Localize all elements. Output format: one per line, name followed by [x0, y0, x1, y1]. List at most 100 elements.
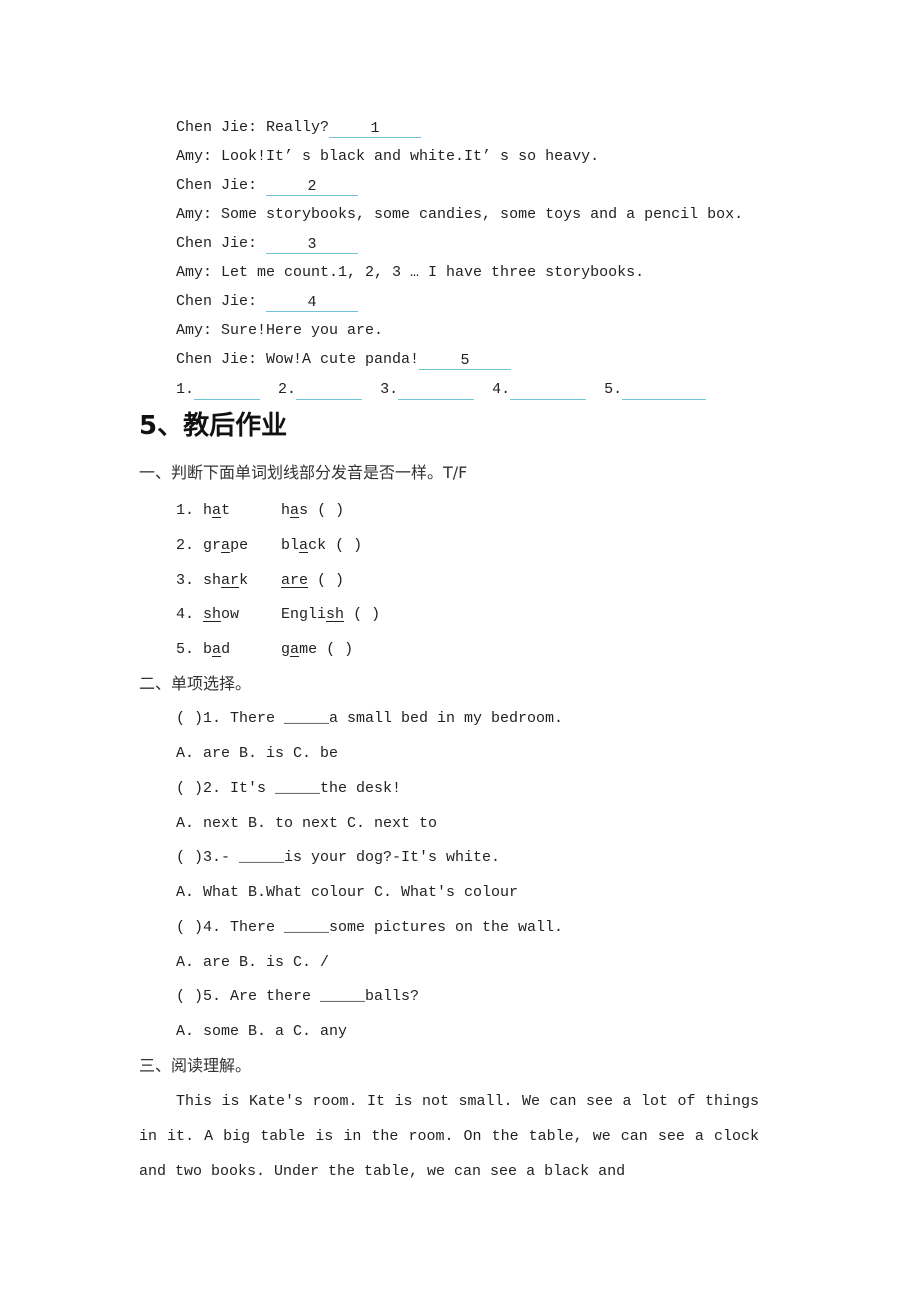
underlined-part: a: [290, 502, 300, 519]
reading-passage: This is Kate's room. It is not small. We…: [139, 1084, 759, 1189]
dialogue-text: Look!It’ s black and white.It’ s so heav…: [221, 148, 600, 165]
answer-paren[interactable]: ( ): [326, 537, 362, 554]
answer-blank[interactable]: [622, 381, 707, 400]
item-number: 3.: [176, 572, 195, 589]
question: ( )4. There _____some pictures on the wa…: [176, 919, 564, 936]
dialogue-text: Some storybooks, some candies, some toys…: [221, 206, 744, 223]
list-item: 5. bad game ( ): [176, 640, 353, 660]
list-item: 3. shark are ( ): [176, 571, 344, 591]
word-part: ck: [308, 537, 327, 554]
answer-paren[interactable]: ( ): [317, 641, 353, 658]
dialogue-line: Chen Jie: Wow!A cute panda! 5: [176, 350, 512, 370]
word-part: gr: [203, 537, 222, 554]
blank-4[interactable]: 4: [266, 293, 359, 312]
answer-paren[interactable]: ( ): [308, 502, 344, 519]
underlined-part: ar: [221, 572, 240, 589]
blank-number: 3: [307, 236, 317, 253]
blank-number: 2: [307, 178, 317, 195]
underlined-part: a: [299, 537, 309, 554]
underlined-part: sh: [203, 606, 222, 623]
answer-paren[interactable]: ( ): [308, 572, 344, 589]
dialogue-line: Chen Jie: 3: [176, 234, 359, 254]
item-number: 5.: [176, 641, 195, 658]
word-1: show: [203, 605, 281, 625]
speaker: Chen Jie:: [176, 119, 267, 136]
question: ( )5. Are there _____balls?: [176, 988, 420, 1005]
blank-number: 5: [460, 352, 470, 369]
answer-label: 3.: [380, 381, 399, 398]
word-2: game: [281, 641, 317, 658]
answer-blank[interactable]: [194, 381, 261, 400]
word-part: ow: [221, 606, 240, 623]
word-1: shark: [203, 571, 281, 591]
dialogue-text: Let me count.1, 2, 3 … I have three stor…: [221, 264, 645, 281]
word-part: me: [299, 641, 318, 658]
question-options: A. next B. to next C. next to: [176, 815, 438, 832]
section-heading: 5、教后作业: [139, 411, 288, 441]
part3-title: 三、阅读理解。: [139, 1056, 252, 1075]
speaker: Chen Jie:: [176, 177, 267, 194]
word-part: h: [203, 502, 213, 519]
speaker: Amy:: [176, 148, 222, 165]
word-2: black: [281, 537, 326, 554]
word-part: sh: [203, 572, 222, 589]
answer-label: 5.: [604, 381, 623, 398]
list-item: 1. hat has ( ): [176, 501, 344, 521]
question-options: A. What B.What colour C. What's colour: [176, 884, 519, 901]
list-item: 2. grape black ( ): [176, 536, 362, 556]
speaker: Chen Jie:: [176, 351, 267, 368]
answer-label: 2.: [278, 381, 297, 398]
blank-5[interactable]: 5: [419, 351, 512, 370]
speaker: Chen Jie:: [176, 235, 267, 252]
underlined-part: a: [221, 537, 231, 554]
speaker: Chen Jie:: [176, 293, 267, 310]
blank-1[interactable]: 1: [329, 119, 422, 138]
dialogue-line: Amy: Sure!Here you are.: [176, 321, 383, 341]
passage-text: This is Kate's room. It is not small. We…: [139, 1093, 759, 1180]
answer-blank[interactable]: [398, 381, 475, 400]
dialogue-line: Amy: Let me count.1, 2, 3 … I have three…: [176, 263, 644, 283]
word-1: hat: [203, 501, 281, 521]
word-part: g: [281, 641, 291, 658]
word-part: s: [299, 502, 309, 519]
part2-title: 二、单项选择。: [139, 674, 252, 693]
dialogue-line: Chen Jie: 2: [176, 176, 359, 196]
word-part: b: [203, 641, 213, 658]
answer-label: 1.: [176, 381, 195, 398]
question-options: A. are B. is C. /: [176, 954, 330, 971]
underlined-part: a: [212, 502, 222, 519]
item-number: 1.: [176, 502, 195, 519]
underlined-part: are: [281, 572, 309, 589]
dialogue-line: Amy: Look!It’ s black and white.It’ s so…: [176, 147, 599, 167]
underlined-part: a: [290, 641, 300, 658]
dialogue-text: Wow!A cute panda!: [266, 351, 420, 368]
speaker: Amy:: [176, 322, 222, 339]
word-2: English: [281, 606, 344, 623]
word-1: bad: [203, 640, 281, 660]
underlined-part: sh: [326, 606, 345, 623]
dialogue-line: Chen Jie: 4: [176, 292, 359, 312]
part1-title: 一、判断下面单词划线部分发音是否一样。T/F: [139, 463, 468, 482]
blank-2[interactable]: 2: [266, 177, 359, 196]
blank-number: 1: [370, 120, 380, 137]
dialogue-text: Sure!Here you are.: [221, 322, 384, 339]
word-2: has: [281, 502, 308, 519]
answer-paren[interactable]: ( ): [344, 606, 380, 623]
dialogue-line: Chen Jie: Really? 1: [176, 118, 422, 138]
question-options: A. are B. is C. be: [176, 745, 339, 762]
list-item: 4. show English ( ): [176, 605, 380, 625]
item-number: 4.: [176, 606, 195, 623]
word-part: d: [221, 641, 231, 658]
blank-3[interactable]: 3: [266, 235, 359, 254]
answer-blank[interactable]: [296, 381, 363, 400]
answer-blanks-row: 1. 2. 3. 4. 5.: [176, 380, 707, 400]
word-1: grape: [203, 536, 281, 556]
word-2: are: [281, 572, 308, 589]
word-part: h: [281, 502, 291, 519]
word-part: k: [239, 572, 249, 589]
answer-label: 4.: [492, 381, 511, 398]
question: ( )3.- _____is your dog?-It's white.: [176, 849, 501, 866]
answer-blank[interactable]: [510, 381, 587, 400]
word-part: bl: [281, 537, 300, 554]
speaker: Amy:: [176, 264, 222, 281]
